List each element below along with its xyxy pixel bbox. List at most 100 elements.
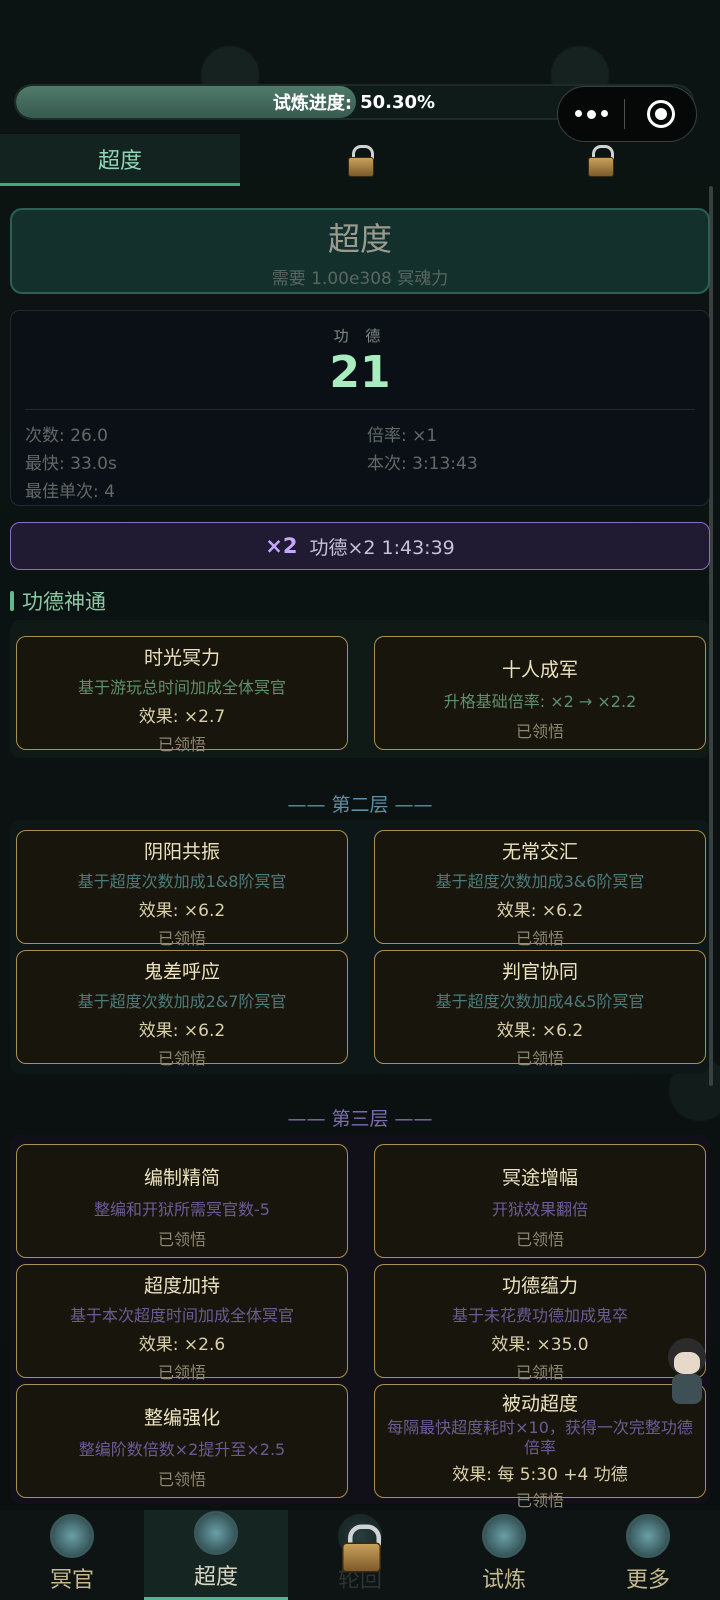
skill-status: 已领悟 bbox=[157, 1363, 206, 1382]
progress-value: 50.30% bbox=[360, 91, 436, 113]
skill-title: 整编强化 bbox=[143, 1407, 220, 1429]
stat-multiplier: 倍率: ×1 bbox=[367, 426, 438, 446]
skill-title: 被动超度 bbox=[501, 1393, 578, 1415]
skill-title: 鬼差呼应 bbox=[143, 961, 220, 983]
spade-icon bbox=[626, 1514, 670, 1558]
section-title-text: 功德神通 bbox=[22, 590, 106, 614]
skill-card[interactable]: 编制精简 整编和开狱所需冥官数-5 已领悟 bbox=[16, 1144, 348, 1258]
skill-title: 阴阳共振 bbox=[143, 841, 220, 863]
merit-label: 功 德 bbox=[333, 327, 387, 345]
stat-count: 次数: 26.0 bbox=[25, 426, 108, 446]
skill-desc: 基于本次超度时间加成全体冥官 bbox=[69, 1306, 294, 1325]
lock-icon bbox=[348, 145, 374, 177]
skill-effect: 效果: ×6.2 bbox=[138, 901, 226, 921]
skill-effect: 效果: ×6.2 bbox=[138, 1021, 226, 1041]
sub-tabs: 超度 bbox=[0, 134, 720, 186]
skill-card[interactable]: 被动超度 每隔最快超度耗时×10，获得一次完整功德倍率 效果: 每 5:30 +… bbox=[374, 1384, 706, 1510]
tab-chaodu[interactable]: 超度 bbox=[0, 134, 240, 186]
skill-effect: 效果: ×2.7 bbox=[138, 707, 226, 727]
skill-card[interactable]: 十人成军 升格基础倍率: ×2 → ×2.2 已领悟 bbox=[374, 636, 706, 750]
skill-card[interactable]: 整编强化 整编阶数倍数×2提升至×2.5 已领悟 bbox=[16, 1384, 348, 1498]
layer3-title: —— 第三层 —— bbox=[287, 1108, 433, 1130]
boost-text: 功德×2 1:43:39 bbox=[309, 536, 455, 559]
skill-status: 已领悟 bbox=[515, 1491, 564, 1510]
merit-value: 21 bbox=[329, 347, 391, 398]
progress-label: 试炼进度: bbox=[272, 93, 353, 114]
skill-desc: 每隔最快超度耗时×10，获得一次完整功德倍率 bbox=[387, 1418, 693, 1457]
flame-icon bbox=[482, 1514, 526, 1558]
nav-label: 冥官 bbox=[49, 1568, 94, 1593]
skill-desc: 基于超度次数加成1&8阶冥官 bbox=[77, 872, 287, 891]
tab-lunhui[interactable] bbox=[240, 134, 480, 186]
lock-icon bbox=[342, 1524, 381, 1573]
skill-card[interactable]: 冥途增幅 开狱效果翻倍 已领悟 bbox=[374, 1144, 706, 1258]
stat-fastest: 最快: 33.0s bbox=[25, 454, 117, 474]
nav-item-shilian[interactable]: 试炼 bbox=[432, 1510, 576, 1600]
skill-status: 已领悟 bbox=[157, 1230, 206, 1249]
lock-icon bbox=[588, 145, 614, 177]
skill-effect: 效果: ×2.6 bbox=[138, 1335, 226, 1355]
skill-card[interactable]: 鬼差呼应 基于超度次数加成2&7阶冥官 效果: ×6.2 已领悟 bbox=[16, 950, 348, 1068]
skill-card[interactable]: 阴阳共振 基于超度次数加成1&8阶冥官 效果: ×6.2 已领悟 bbox=[16, 830, 348, 948]
stat-current: 本次: 3:13:43 bbox=[367, 454, 478, 474]
tab-fenhun[interactable] bbox=[480, 134, 720, 186]
skill-card[interactable]: 功德蕴力 基于未花费功德加成鬼卒 效果: ×35.0 已领悟 bbox=[374, 1264, 706, 1382]
floating-assistant-avatar[interactable] bbox=[662, 1338, 712, 1408]
skill-title: 冥途增幅 bbox=[501, 1167, 578, 1189]
skill-desc: 开狱效果翻倍 bbox=[491, 1200, 588, 1219]
more-options-icon[interactable] bbox=[558, 109, 624, 119]
lotus-emblem-icon bbox=[194, 1511, 238, 1555]
skill-status: 已领悟 bbox=[515, 929, 564, 948]
nav-label: 试炼 bbox=[481, 1568, 526, 1593]
skill-title: 无常交汇 bbox=[501, 841, 578, 863]
skill-effect: 效果: ×6.2 bbox=[496, 901, 584, 921]
skill-effect: 效果: 每 5:30 +4 功德 bbox=[452, 1465, 628, 1485]
chaodu-requirement: 需要 1.00e308 冥魂力 bbox=[271, 268, 449, 289]
nav-item-mingguan[interactable]: 冥官 bbox=[0, 1510, 144, 1600]
stat-best-single: 最佳单次: 4 bbox=[25, 482, 115, 502]
skill-effect: 效果: ×35.0 bbox=[491, 1335, 589, 1355]
chaodu-title: 超度 bbox=[327, 219, 392, 258]
skill-card[interactable]: 时光冥力 基于游玩总时间加成全体冥官 效果: ×2.7 已领悟 bbox=[16, 636, 348, 754]
skill-status: 已领悟 bbox=[157, 1049, 206, 1068]
ghost-officer-icon bbox=[50, 1514, 94, 1558]
merit-boost-banner: ×2 功德×2 1:43:39 bbox=[10, 522, 710, 570]
skill-desc: 整编和开狱所需冥官数-5 bbox=[94, 1200, 270, 1219]
skill-title: 超度加持 bbox=[143, 1275, 220, 1297]
nav-label: 更多 bbox=[625, 1568, 670, 1593]
close-miniprogram-icon[interactable] bbox=[625, 100, 696, 128]
skill-desc: 基于超度次数加成2&7阶冥官 bbox=[77, 992, 287, 1011]
nav-item-chaodu[interactable]: 超度 bbox=[144, 1510, 288, 1600]
nav-item-more[interactable]: 更多 bbox=[576, 1510, 720, 1600]
skill-desc: 整编阶数倍数×2提升至×2.5 bbox=[78, 1440, 286, 1459]
skill-desc: 基于未花费功德加成鬼卒 bbox=[451, 1306, 628, 1325]
skill-effect: 效果: ×6.2 bbox=[496, 1021, 584, 1041]
divider bbox=[25, 409, 695, 410]
skill-status: 已领悟 bbox=[157, 929, 206, 948]
skill-desc: 基于超度次数加成3&6阶冥官 bbox=[435, 872, 645, 891]
skill-card[interactable]: 超度加持 基于本次超度时间加成全体冥官 效果: ×2.6 已领悟 bbox=[16, 1264, 348, 1382]
skill-title: 判官协同 bbox=[501, 961, 578, 983]
nav-label: 超度 bbox=[193, 1565, 238, 1590]
boost-badge: ×2 bbox=[265, 534, 298, 558]
skill-status: 已领悟 bbox=[515, 1363, 564, 1382]
merit-stats-card: 功 德 21 次数: 26.0 倍率: ×1 最快: 33.0s 本次: 3:1… bbox=[10, 310, 710, 506]
skill-title: 功德蕴力 bbox=[501, 1275, 578, 1297]
skill-status: 已领悟 bbox=[515, 722, 564, 741]
skill-card[interactable]: 判官协同 基于超度次数加成4&5阶冥官 效果: ×6.2 已领悟 bbox=[374, 950, 706, 1068]
skill-title: 十人成军 bbox=[501, 659, 578, 681]
skill-desc: 基于超度次数加成4&5阶冥官 bbox=[435, 992, 645, 1011]
skill-title: 编制精简 bbox=[143, 1167, 220, 1189]
nav-item-lunhui[interactable]: 轮回 bbox=[288, 1510, 432, 1600]
tab-chaodu-label: 超度 bbox=[97, 148, 142, 174]
skill-status: 已领悟 bbox=[515, 1230, 564, 1249]
layer2-title: —— 第二层 —— bbox=[287, 794, 433, 816]
skill-desc: 基于游玩总时间加成全体冥官 bbox=[77, 678, 286, 697]
skill-title: 时光冥力 bbox=[143, 647, 220, 669]
section-title: 功德神通 bbox=[10, 586, 106, 616]
chaodu-button[interactable]: 超度 需要 1.00e308 冥魂力 bbox=[10, 208, 710, 294]
skill-status: 已领悟 bbox=[157, 735, 206, 754]
skill-card[interactable]: 无常交汇 基于超度次数加成3&6阶冥官 效果: ×6.2 已领悟 bbox=[374, 830, 706, 948]
skill-desc: 升格基础倍率: ×2 → ×2.2 bbox=[443, 692, 637, 711]
skill-status: 已领悟 bbox=[515, 1049, 564, 1068]
